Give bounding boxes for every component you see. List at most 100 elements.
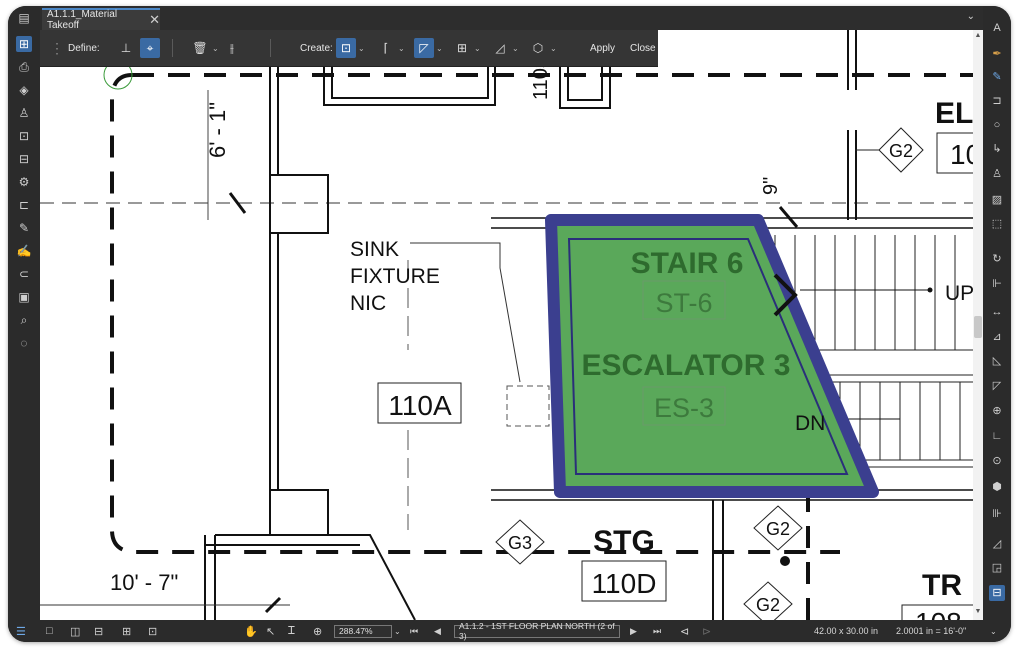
create-space-dropdown-icon[interactable]: ⌄ xyxy=(358,44,365,53)
bookmark-icon[interactable]: ⎙ xyxy=(16,59,32,75)
define-pick-icon[interactable]: ⌖ xyxy=(140,38,160,58)
polygon-icon[interactable]: ◺ xyxy=(989,353,1005,369)
create-polyline-dropdown-icon[interactable]: ⌄ xyxy=(398,44,405,53)
next-view-icon: ⊳ xyxy=(702,625,712,638)
adjust-icon[interactable]: ⫲ xyxy=(222,38,242,58)
apply-button[interactable]: Apply xyxy=(590,43,615,54)
create-cutout-icon[interactable]: ◿ xyxy=(490,38,510,58)
select-text-icon[interactable]: Ꮖ xyxy=(288,625,295,638)
sheet-size: 42.00 x 30.00 in xyxy=(814,626,879,636)
escalator-tag-label: ES-3 xyxy=(654,393,714,423)
image-icon[interactable]: ▨ xyxy=(989,192,1005,208)
delete-dropdown-icon[interactable]: ⌄ xyxy=(212,44,219,53)
callout-icon[interactable]: ⊐ xyxy=(989,93,1005,109)
angle-icon[interactable]: ∟ xyxy=(989,428,1005,444)
create-space-icon[interactable]: ⊡ xyxy=(336,38,356,58)
scale-label[interactable]: 2.0001 in = 16'-0" xyxy=(896,626,966,636)
room-stg-label: STG xyxy=(593,525,655,558)
svg-text:G2: G2 xyxy=(756,595,780,615)
toolchest-icon[interactable]: ⊟ xyxy=(16,151,32,167)
wall-lower-left xyxy=(204,534,416,620)
cutout-icon[interactable]: ⬢ xyxy=(989,479,1005,495)
previous-view-icon[interactable]: ⊲ xyxy=(680,625,689,638)
volume-icon[interactable]: ◸ xyxy=(989,378,1005,394)
svg-text:G2: G2 xyxy=(766,519,790,539)
split-horizontal-icon[interactable]: ⊟ xyxy=(94,625,103,638)
sink-label-line2: FIXTURE xyxy=(350,265,440,288)
text-box-icon[interactable]: A xyxy=(989,20,1005,36)
page-label-field[interactable]: A1.1.2 - 1ST FLOOR PLAN NORTH (2 of 3) xyxy=(454,621,620,641)
view-menu-icon[interactable]: ☰ xyxy=(16,625,26,638)
measure-area-icon[interactable]: ⊟ xyxy=(989,585,1005,601)
overlay-icon[interactable]: ⊡ xyxy=(148,625,157,638)
forms-icon[interactable]: ✎ xyxy=(16,220,32,236)
dimension-icon[interactable]: ↔ xyxy=(989,304,1005,320)
scroll-up-icon[interactable]: ▲ xyxy=(973,32,983,39)
rotate-icon[interactable]: ↻ xyxy=(989,251,1005,267)
slab-icon[interactable]: ◿ xyxy=(989,536,1005,552)
pan-icon[interactable]: ✋ xyxy=(244,625,258,638)
tab-close-icon[interactable]: ✕ xyxy=(149,12,160,28)
document-tab[interactable]: A1.1.1_Material Takeoff ✕ xyxy=(42,8,160,31)
close-button[interactable]: Close xyxy=(630,43,656,54)
zoom-dropdown-icon[interactable]: ⌄ xyxy=(394,627,401,636)
sets-icon[interactable]: ▣ xyxy=(16,289,32,305)
count-icon[interactable]: ⊙ xyxy=(989,453,1005,469)
first-page-icon[interactable]: ⏮ xyxy=(410,626,418,637)
compare-icon[interactable]: ⊞ xyxy=(122,625,131,638)
create-volume-icon[interactable]: ⬡ xyxy=(528,38,548,58)
previous-page-icon[interactable]: ◀ xyxy=(434,626,441,637)
tag-g2-top: G2 xyxy=(855,127,924,173)
tag-g3: G3 xyxy=(495,519,545,565)
file-icon[interactable]: ▤ xyxy=(16,10,32,26)
tr-label: TR xyxy=(922,569,962,602)
stamp-icon[interactable]: ♙ xyxy=(989,166,1005,182)
left-panel-bar: ▤ ⊞ ⎙ ◈ ♙ ⊡ ⊟ ⚙ ⊏ ✎ ✍ ⊂ ▣ ⌕ ◌ xyxy=(8,6,40,642)
scale-dropdown-icon[interactable]: ⌄ xyxy=(990,627,997,636)
stamp-icon[interactable]: ♙ xyxy=(16,105,32,121)
properties-icon[interactable]: ⚙ xyxy=(16,174,32,190)
drawing-canvas[interactable]: STAIR 6 ST-6 ESCALATOR 3 ES-3 UP DN SINK… xyxy=(40,30,973,620)
zoom-icon[interactable]: ⊕ xyxy=(313,625,322,638)
polylength-icon[interactable]: ⊿ xyxy=(989,329,1005,345)
arrow-icon[interactable]: ↳ xyxy=(989,141,1005,157)
thumbnails-icon[interactable]: ⊞ xyxy=(16,36,32,52)
cloud-icon[interactable]: ⬚ xyxy=(989,216,1005,232)
circle-icon[interactable]: ⊕ xyxy=(989,403,1005,419)
scroll-down-icon[interactable]: ▼ xyxy=(973,608,983,615)
last-page-icon[interactable]: ⏭ xyxy=(653,626,661,637)
area-icon[interactable]: ⊩ xyxy=(989,276,1005,292)
create-count-dropdown-icon[interactable]: ⌄ xyxy=(474,44,481,53)
markups-list-icon[interactable]: ⊡ xyxy=(16,128,32,144)
single-page-icon[interactable]: □ xyxy=(46,625,53,637)
link-icon[interactable]: ⊂ xyxy=(16,266,32,282)
zoom-level-field[interactable]: 288.47% xyxy=(334,624,392,638)
stair-tag-label: ST-6 xyxy=(655,288,712,318)
search-icon[interactable]: ⌕ xyxy=(16,312,32,328)
tab-list-dropdown-icon[interactable]: ⌄ xyxy=(967,11,975,22)
layers-icon[interactable]: ◈ xyxy=(16,82,32,98)
ruler-icon[interactable]: ⊪ xyxy=(989,506,1005,522)
scroll-thumb[interactable] xyxy=(974,316,982,338)
spaces-icon[interactable]: ◌ xyxy=(16,335,32,351)
create-cutout-dropdown-icon[interactable]: ⌄ xyxy=(512,44,519,53)
signatures-icon[interactable]: ✍ xyxy=(16,243,32,259)
create-area-dropdown-icon[interactable]: ⌄ xyxy=(436,44,443,53)
vertical-scrollbar[interactable]: ▲ ▼ xyxy=(973,30,983,620)
highlighter-icon[interactable]: ✎ xyxy=(989,69,1005,85)
create-volume-dropdown-icon[interactable]: ⌄ xyxy=(550,44,557,53)
shape-icon[interactable]: ○ xyxy=(989,117,1005,133)
select-icon[interactable]: ↖ xyxy=(266,625,275,638)
split-vertical-icon[interactable]: ◫ xyxy=(70,625,80,638)
delete-icon[interactable]: 🗑 xyxy=(190,38,210,58)
create-polyline-icon[interactable]: ⌈ xyxy=(376,38,396,58)
rectangle-icon[interactable]: ◲ xyxy=(989,560,1005,576)
create-area-icon[interactable]: ◸ xyxy=(414,38,434,58)
define-area-icon[interactable]: ⊥ xyxy=(116,38,136,58)
measurements-icon[interactable]: ⊏ xyxy=(16,197,32,213)
pen-icon[interactable]: ✒ xyxy=(989,46,1005,62)
create-count-icon[interactable]: ⊞ xyxy=(452,38,472,58)
el-number: 10 xyxy=(950,139,973,170)
sink-leader-line xyxy=(410,242,521,383)
next-page-icon[interactable]: ▶ xyxy=(630,626,637,637)
